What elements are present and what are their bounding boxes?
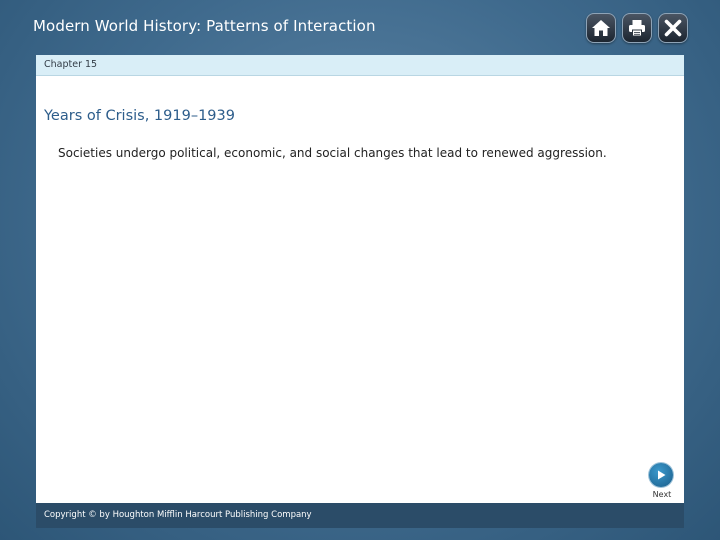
close-icon xyxy=(664,19,682,37)
next-label: Next xyxy=(652,490,672,499)
play-arrow-icon xyxy=(649,463,673,487)
section-title: Years of Crisis, 1919–1939 xyxy=(44,108,235,124)
home-button[interactable] xyxy=(586,13,616,43)
close-button[interactable] xyxy=(658,13,688,43)
content-panel: Years of Crisis, 1919–1939 Societies und… xyxy=(36,76,684,503)
app-title: Modern World History: Patterns of Intera… xyxy=(33,17,376,35)
chapter-bar: Chapter 15 xyxy=(36,55,684,76)
next-button[interactable]: Next xyxy=(648,463,676,499)
print-icon xyxy=(629,20,645,37)
home-icon xyxy=(592,20,610,36)
copyright-text: Copyright © by Houghton Mifflin Harcourt… xyxy=(44,510,312,520)
print-button[interactable] xyxy=(622,13,652,43)
section-summary: Societies undergo political, economic, a… xyxy=(58,146,607,160)
toolbar xyxy=(586,13,688,43)
footer: Copyright © by Houghton Mifflin Harcourt… xyxy=(36,503,684,528)
chapter-label: Chapter 15 xyxy=(44,59,98,70)
